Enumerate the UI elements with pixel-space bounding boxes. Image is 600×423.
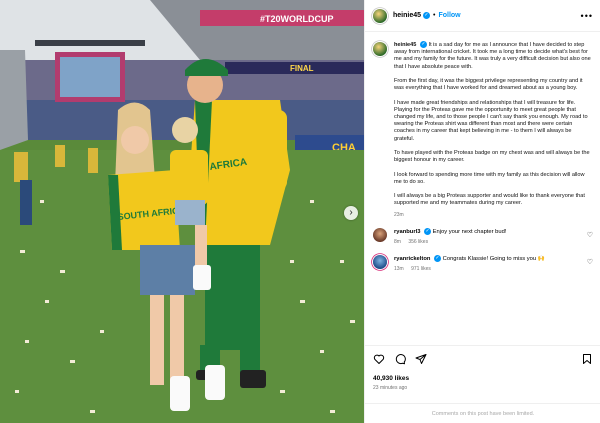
comment-likes[interactable]: 971 likes	[411, 266, 431, 272]
photo-scene: #T20WORLDCUP FINAL CHA AFRICA SOUTH AFRI…	[0, 0, 364, 423]
author-username[interactable]: heinie45	[393, 12, 421, 19]
post-header: heinie45 ✓ • Follow •••	[365, 0, 600, 32]
heart-icon[interactable]	[373, 353, 385, 365]
heart-icon[interactable]: ♡	[587, 258, 593, 266]
banner-t20: #T20WORLDCUP	[260, 14, 334, 24]
post-side-panel: heinie45 ✓ • Follow ••• heinie45 ✓ It is…	[364, 0, 600, 423]
commenter-avatar[interactable]	[373, 227, 387, 242]
post-actions	[365, 345, 600, 371]
separator-dot: •	[433, 12, 436, 19]
caption-paragraph-6: I will always be a big Proteas supporter…	[394, 193, 585, 207]
comment-text: Congrats Klassie! Going to miss you 🙌	[442, 256, 545, 263]
likes-count[interactable]: 40,930 likes	[373, 375, 409, 382]
more-icon[interactable]: •••	[581, 11, 593, 21]
comment-time: 13m	[394, 265, 404, 272]
banner-final: FINAL	[290, 64, 314, 73]
comments-limited-notice: Comments on this post have been limited.	[365, 403, 600, 423]
commenter-username[interactable]: ryanrickelton	[394, 256, 430, 262]
bookmark-icon[interactable]	[581, 353, 593, 365]
verified-icon: ✓	[423, 12, 431, 19]
posted-time: 23 minutes ago	[373, 385, 408, 391]
comment-time: 8m	[394, 238, 401, 245]
caption-paragraph-5: I look forward to spending more time wit…	[394, 171, 585, 185]
caption-avatar[interactable]	[373, 42, 387, 56]
comment-icon[interactable]	[394, 353, 406, 365]
verified-icon: ✓	[434, 255, 442, 262]
post-photo[interactable]: #T20WORLDCUP FINAL CHA AFRICA SOUTH AFRI…	[0, 0, 364, 423]
comments-scroll-area[interactable]: heinie45 ✓ It is a sad day for me as I a…	[365, 33, 600, 338]
caption-paragraph-2: From the first day, it was the biggest p…	[394, 77, 583, 92]
commenter-avatar[interactable]	[373, 255, 387, 269]
comment-item: ryanrickelton ✓ Congrats Klassie! Going …	[373, 255, 593, 273]
follow-button[interactable]: Follow	[438, 12, 460, 19]
caption-paragraph-3: I have made great friendships and relati…	[394, 99, 588, 142]
verified-icon: ✓	[424, 227, 432, 235]
caption-paragraph-4: To have played with the Proteas badge on…	[394, 149, 590, 164]
comment-text: Enjoy your next chapter bud!	[432, 229, 507, 235]
carousel-next-button[interactable]: ›	[344, 206, 358, 220]
caption-username[interactable]: heinie45	[394, 42, 416, 48]
heart-icon[interactable]: ♡	[587, 231, 593, 239]
commenter-username[interactable]: ryanburl3	[394, 229, 420, 235]
comment-likes[interactable]: 356 likes	[408, 239, 428, 245]
author-avatar[interactable]	[373, 8, 387, 23]
caption-text: heinie45 ✓ It is a sad day for me as I a…	[394, 41, 592, 219]
share-icon[interactable]	[415, 353, 427, 365]
verified-icon: ✓	[419, 41, 427, 48]
caption-time: 23m	[394, 211, 404, 218]
caption-row: heinie45 ✓ It is a sad day for me as I a…	[373, 41, 593, 219]
comment-item: ryanburl3 ✓ Enjoy your next chapter bud!…	[373, 227, 593, 246]
